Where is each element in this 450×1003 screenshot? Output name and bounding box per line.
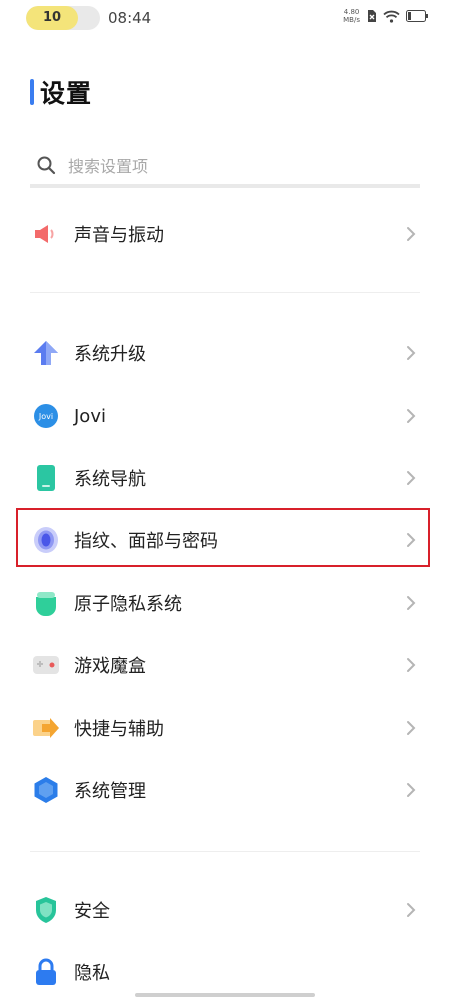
battery-level: 10 bbox=[42, 10, 62, 25]
chevron-right-icon bbox=[404, 530, 418, 550]
search-bar[interactable] bbox=[30, 148, 420, 188]
network-speed: 4.80 MB/s bbox=[343, 8, 360, 24]
item-label: 游戏魔盒 bbox=[74, 656, 146, 677]
settings-item-jovi[interactable]: Jovi Jovi bbox=[18, 385, 432, 447]
page-title: 设置 bbox=[40, 79, 93, 108]
item-label: 系统管理 bbox=[74, 781, 146, 802]
battery-icon bbox=[406, 10, 428, 22]
fingerprint-icon bbox=[32, 526, 60, 554]
item-label: 快捷与辅助 bbox=[74, 719, 164, 740]
phone-navigation-icon bbox=[32, 464, 60, 492]
upgrade-arrow-icon bbox=[32, 339, 60, 367]
home-indicator[interactable] bbox=[135, 993, 315, 997]
chevron-right-icon bbox=[404, 900, 418, 920]
section-divider bbox=[30, 851, 420, 852]
item-label: Jovi bbox=[74, 405, 106, 427]
item-label: 隐私 bbox=[74, 963, 110, 984]
chevron-right-icon bbox=[404, 468, 418, 488]
chevron-right-icon bbox=[404, 224, 418, 244]
speaker-icon bbox=[32, 220, 60, 248]
chevron-right-icon bbox=[404, 655, 418, 675]
chevron-right-icon bbox=[404, 593, 418, 613]
atomic-privacy-icon bbox=[32, 589, 60, 617]
settings-item-fingerprint-face-password[interactable]: 指纹、面部与密码 bbox=[18, 509, 432, 571]
lock-icon bbox=[32, 958, 60, 986]
settings-item-security[interactable]: 安全 bbox=[18, 879, 432, 941]
settings-item-system-navigation[interactable]: 系统导航 bbox=[18, 447, 432, 509]
chevron-right-icon bbox=[404, 343, 418, 363]
jovi-icon: Jovi bbox=[32, 402, 60, 430]
item-label: 声音与振动 bbox=[74, 225, 164, 246]
status-bar: 10 08:44 4.80 MB/s bbox=[0, 0, 450, 38]
game-box-icon bbox=[32, 651, 60, 679]
wifi-icon bbox=[383, 10, 400, 23]
title-accent-bar bbox=[30, 79, 34, 105]
item-label: 系统导航 bbox=[74, 469, 146, 490]
item-label: 安全 bbox=[74, 901, 110, 922]
settings-item-game-box[interactable]: 游戏魔盒 bbox=[18, 634, 432, 696]
chevron-right-icon bbox=[404, 780, 418, 800]
status-icons: 4.80 MB/s bbox=[343, 8, 428, 24]
svg-text:Jovi: Jovi bbox=[38, 412, 53, 421]
page-header: 设置 bbox=[30, 74, 92, 110]
item-label: 原子隐私系统 bbox=[74, 594, 182, 615]
item-label: 指纹、面部与密码 bbox=[74, 531, 218, 552]
chevron-right-icon bbox=[404, 718, 418, 738]
chevron-right-icon bbox=[404, 406, 418, 426]
battery-indicator: 10 bbox=[26, 6, 100, 30]
settings-item-system-management[interactable]: 系统管理 bbox=[18, 759, 432, 821]
shortcut-arrow-icon bbox=[32, 714, 60, 742]
status-time: 08:44 bbox=[108, 9, 152, 27]
settings-item-shortcuts-accessibility[interactable]: 快捷与辅助 bbox=[18, 697, 432, 759]
no-sim-icon bbox=[366, 9, 377, 23]
section-divider bbox=[30, 292, 420, 293]
search-input[interactable] bbox=[68, 156, 368, 176]
settings-item-system-upgrade[interactable]: 系统升级 bbox=[18, 322, 432, 384]
shield-icon bbox=[32, 896, 60, 924]
item-label: 系统升级 bbox=[74, 344, 146, 365]
settings-item-sound-vibration[interactable]: 声音与振动 bbox=[18, 203, 432, 265]
search-icon bbox=[36, 155, 58, 177]
settings-item-atomic-privacy[interactable]: 原子隐私系统 bbox=[18, 572, 432, 634]
system-management-icon bbox=[32, 776, 60, 804]
